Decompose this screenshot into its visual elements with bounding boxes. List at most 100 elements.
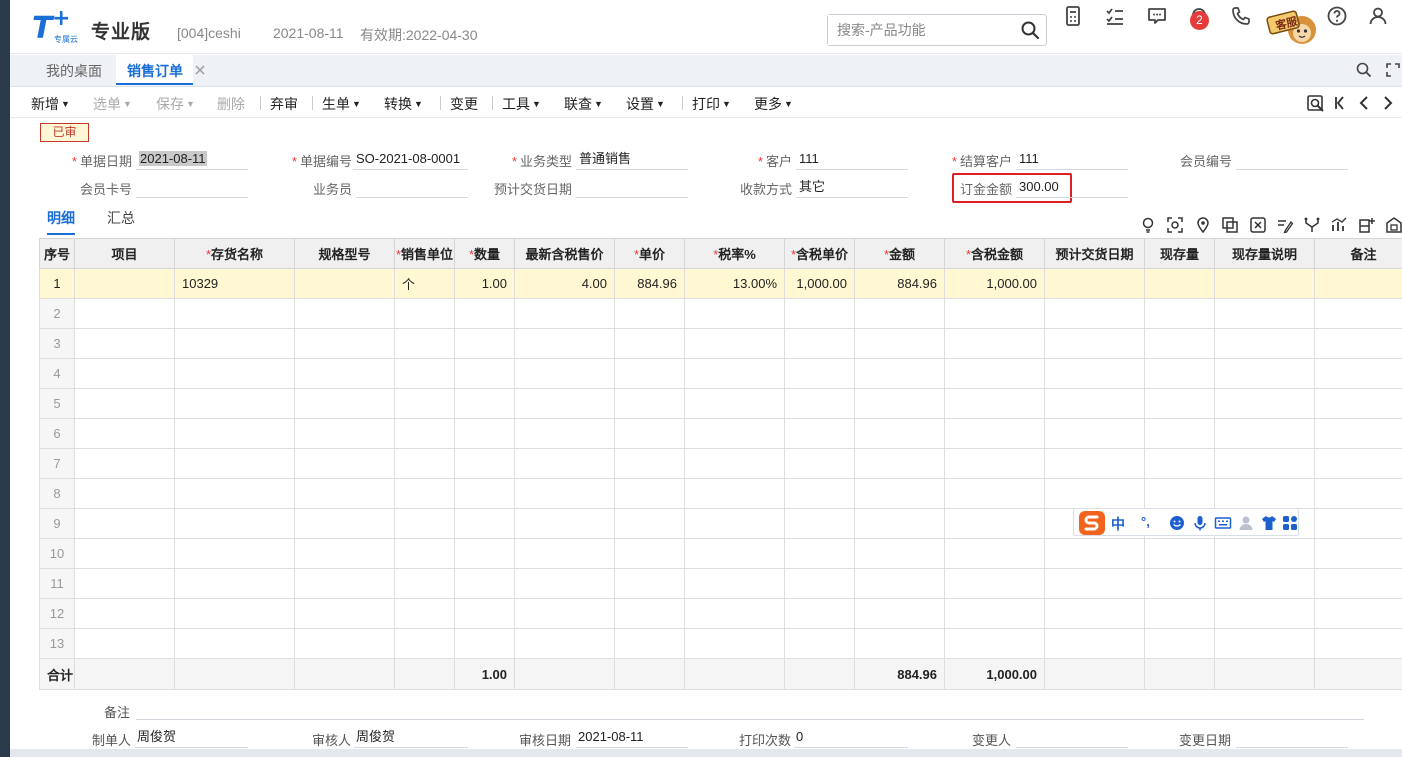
table-cell[interactable] (784, 508, 855, 539)
table-cell[interactable] (454, 358, 515, 389)
column-header[interactable]: 最新含税售价 (514, 238, 615, 269)
table-cell[interactable] (174, 538, 295, 569)
table-cell[interactable] (1214, 448, 1315, 479)
user-avatar-icon[interactable] (1237, 514, 1255, 532)
checklist-icon[interactable] (1103, 4, 1127, 28)
table-cell[interactable] (854, 598, 945, 629)
table-cell[interactable] (1314, 478, 1402, 509)
table-cell[interactable] (854, 388, 945, 419)
table-cell[interactable] (174, 568, 295, 599)
column-header[interactable]: *含税单价 (784, 238, 855, 269)
table-cell[interactable] (514, 388, 615, 419)
table-cell[interactable] (1044, 358, 1145, 389)
table-cell[interactable] (514, 568, 615, 599)
first-record-icon[interactable] (1330, 93, 1350, 113)
table-cell[interactable] (74, 568, 175, 599)
table-cell[interactable] (944, 568, 1045, 599)
table-cell[interactable]: 1,000.00 (944, 268, 1045, 299)
table-cell[interactable] (684, 298, 785, 329)
table-cell[interactable] (294, 448, 395, 479)
table-cell[interactable] (514, 538, 615, 569)
column-header[interactable]: 项目 (74, 238, 175, 269)
table-cell[interactable] (294, 268, 395, 299)
table-row[interactable]: 4 (39, 358, 1402, 389)
table-cell[interactable] (784, 298, 855, 329)
table-cell[interactable] (1044, 628, 1145, 659)
table-row[interactable]: 3 (39, 328, 1402, 359)
table-cell[interactable] (1314, 628, 1402, 659)
table-cell[interactable] (394, 538, 455, 569)
column-header[interactable]: 规格型号 (294, 238, 395, 269)
column-header[interactable]: *金额 (854, 238, 945, 269)
table-cell[interactable] (174, 448, 295, 479)
biz-type-field[interactable]: 普通销售 (576, 149, 688, 170)
tab-sales-order[interactable]: 销售订单 (116, 55, 193, 85)
table-cell[interactable] (1044, 478, 1145, 509)
table-cell[interactable] (454, 478, 515, 509)
account-label[interactable]: [004]ceshi (177, 25, 241, 41)
table-cell[interactable] (614, 298, 685, 329)
table-cell[interactable] (294, 568, 395, 599)
calculator-icon[interactable] (1061, 4, 1085, 28)
delete-button[interactable]: 删除 (217, 94, 245, 114)
table-cell[interactable] (784, 538, 855, 569)
table-cell[interactable] (684, 508, 785, 539)
table-cell[interactable] (1144, 538, 1215, 569)
table-cell[interactable] (514, 418, 615, 449)
table-cell[interactable] (684, 568, 785, 599)
table-cell[interactable]: 13.00% (684, 268, 785, 299)
doc-date-field[interactable]: 2021-08-11 (136, 149, 248, 170)
table-cell[interactable] (1214, 268, 1315, 299)
customer-service-mascot-icon[interactable]: 客服 (1262, 8, 1318, 48)
table-cell[interactable] (854, 298, 945, 329)
table-cell[interactable] (174, 508, 295, 539)
table-cell[interactable] (1214, 568, 1315, 599)
tab-my-desktop[interactable]: 我的桌面 (46, 55, 102, 86)
table-cell[interactable] (514, 598, 615, 629)
phone-icon[interactable] (1229, 4, 1253, 28)
table-cell[interactable] (394, 598, 455, 629)
table-cell[interactable] (1214, 358, 1315, 389)
table-cell[interactable] (514, 448, 615, 479)
table-cell[interactable] (394, 298, 455, 329)
help-icon[interactable] (1325, 4, 1349, 28)
table-cell[interactable] (174, 418, 295, 449)
table-cell[interactable] (1044, 328, 1145, 359)
table-cell[interactable] (684, 538, 785, 569)
table-cell[interactable] (74, 628, 175, 659)
table-cell[interactable] (394, 478, 455, 509)
table-cell[interactable] (1144, 268, 1215, 299)
microphone-icon[interactable] (1191, 514, 1209, 532)
fullscreen-icon[interactable] (1384, 61, 1402, 79)
payment-method-field[interactable]: 其它 (796, 177, 908, 198)
table-cell[interactable] (684, 358, 785, 389)
table-cell[interactable] (514, 478, 615, 509)
print-button[interactable]: 打印 ▼ (692, 94, 731, 114)
table-cell[interactable] (944, 508, 1045, 539)
table-cell[interactable] (684, 628, 785, 659)
remark-field[interactable] (136, 700, 1364, 720)
table-cell[interactable] (614, 628, 685, 659)
table-cell[interactable] (614, 508, 685, 539)
table-cell[interactable] (684, 388, 785, 419)
table-cell[interactable] (614, 358, 685, 389)
table-cell[interactable] (174, 628, 295, 659)
table-cell[interactable] (74, 478, 175, 509)
previous-record-icon[interactable] (1354, 93, 1374, 113)
search-icon[interactable] (1020, 20, 1040, 40)
table-cell[interactable] (454, 508, 515, 539)
toolbox-grid-icon[interactable] (1281, 514, 1299, 532)
table-cell[interactable] (294, 508, 395, 539)
table-cell[interactable] (454, 628, 515, 659)
table-cell[interactable] (614, 538, 685, 569)
chart-icon[interactable] (1330, 216, 1348, 234)
table-cell[interactable] (1144, 568, 1215, 599)
table-cell[interactable] (1144, 298, 1215, 329)
table-cell[interactable] (944, 538, 1045, 569)
table-cell[interactable] (854, 358, 945, 389)
table-cell[interactable] (944, 358, 1045, 389)
table-cell[interactable] (74, 538, 175, 569)
table-cell[interactable] (514, 628, 615, 659)
search-record-icon[interactable] (1306, 93, 1326, 113)
table-cell[interactable] (684, 478, 785, 509)
